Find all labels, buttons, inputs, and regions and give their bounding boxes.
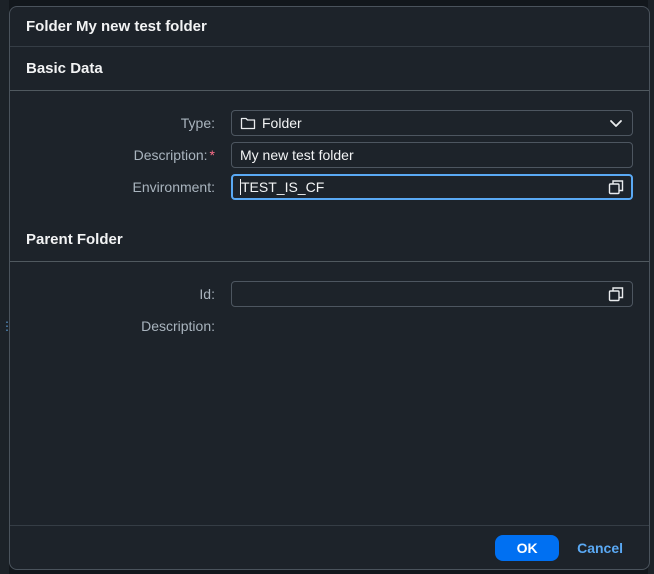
dialog-footer: OK Cancel bbox=[10, 525, 649, 569]
value-help-icon[interactable] bbox=[608, 179, 624, 195]
type-row: Type: Folder bbox=[10, 110, 649, 136]
dialog-title: Folder My new test folder bbox=[26, 18, 207, 35]
folder-icon bbox=[240, 117, 256, 130]
dialog-header: Folder My new test folder bbox=[10, 7, 649, 47]
description-label: Description: * bbox=[133, 147, 215, 163]
parent-folder-form: Id: Description: bbox=[10, 262, 649, 339]
cancel-button[interactable]: Cancel bbox=[569, 535, 631, 561]
description-value: My new test folder bbox=[240, 147, 354, 163]
section-title-basic-data: Basic Data bbox=[10, 47, 649, 91]
environment-row: Environment: TEST_IS_CF bbox=[10, 174, 649, 200]
environment-value: TEST_IS_CF bbox=[241, 179, 325, 195]
type-label: Type: bbox=[180, 115, 215, 131]
value-help-icon[interactable] bbox=[608, 286, 624, 302]
section-title-parent-folder: Parent Folder bbox=[10, 218, 649, 262]
chevron-down-icon[interactable] bbox=[608, 115, 624, 131]
folder-dialog: Folder My new test folder Basic Data Typ… bbox=[9, 6, 650, 570]
ok-button[interactable]: OK bbox=[495, 534, 560, 561]
basic-data-form: Type: Folder Description: * My new test f… bbox=[10, 91, 649, 200]
parent-description-row: Description: bbox=[10, 313, 649, 339]
environment-label: Environment: bbox=[132, 179, 215, 195]
description-row: Description: * My new test folder bbox=[10, 142, 649, 168]
id-input[interactable] bbox=[231, 281, 633, 307]
resize-handle-icon[interactable]: ⋮⋮ bbox=[1, 318, 25, 334]
backdrop-left: ⋮⋮ bbox=[0, 0, 25, 574]
type-value: Folder bbox=[262, 115, 302, 131]
environment-input[interactable]: TEST_IS_CF bbox=[231, 174, 633, 200]
id-row: Id: bbox=[10, 281, 649, 307]
parent-description-label: Description: bbox=[141, 318, 215, 334]
type-select[interactable]: Folder bbox=[231, 110, 633, 136]
required-indicator: * bbox=[209, 147, 215, 163]
id-label: Id: bbox=[199, 286, 215, 302]
description-input[interactable]: My new test folder bbox=[231, 142, 633, 168]
